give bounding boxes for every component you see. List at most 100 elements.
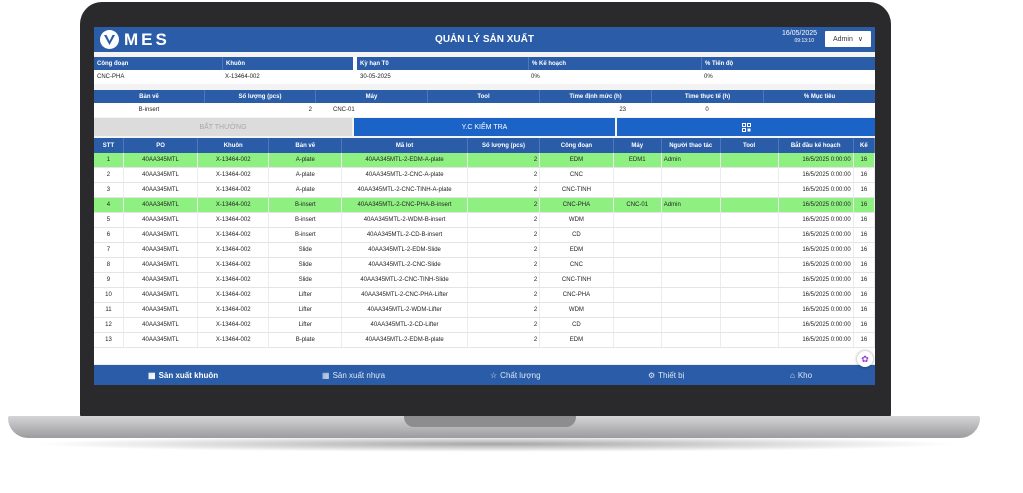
cell-mold: X-13464-002 (197, 227, 270, 243)
nav-mold-production[interactable]: ▦ Sản xuất khuôn (148, 365, 218, 385)
cell-stage: CNC (539, 167, 614, 183)
table-row[interactable]: 6 40AA345MTL X-13464-002 B-insert 40AA345MTL… (94, 227, 875, 243)
nav-label: Sản xuất nhựa (332, 370, 386, 380)
floating-assistant-button[interactable]: ✿ (857, 351, 873, 367)
cell-mold: X-13464-002 (197, 182, 270, 198)
info-header-row-2: Bản vẽ Số lượng (pcs) Máy Tool Time định… (94, 90, 875, 103)
col-header-stage[interactable]: Công đoạn (539, 138, 614, 153)
user-dropdown[interactable]: Admin ∨ (825, 31, 871, 47)
info-label-stage: Công đoạn (94, 57, 222, 70)
cell-machine (613, 227, 662, 243)
col-header-lot-code[interactable]: Mã lot (341, 138, 468, 153)
table-row[interactable]: 13 40AA345MTL X-13464-002 B-plate 40AA345MTL… (94, 332, 875, 348)
cell-plan-start: 16/5/2025 0:00:00 (778, 212, 854, 228)
cell-drawing: B-plate (268, 332, 343, 348)
cell-operator (661, 332, 721, 348)
info-value-progress-pct: 0% (701, 70, 875, 84)
info-value-target-pct (763, 103, 875, 117)
col-header-machine[interactable]: Máy (613, 138, 662, 153)
laptop-notch (404, 416, 576, 427)
page-title: QUẢN LÝ SẢN XUẤT (435, 34, 534, 45)
cell-lot-code: 40AA345MTL-2-CD-Lifter (341, 317, 468, 333)
cell-po: 40AA345MTL (123, 287, 199, 303)
nav-quality[interactable]: ☆ Chất lượng (490, 365, 541, 385)
cell-mold: X-13464-002 (197, 332, 270, 348)
table-row[interactable]: 2 40AA345MTL X-13464-002 A-plate 40AA345MTL-… (94, 167, 875, 183)
col-header-mold[interactable]: Khuôn (197, 138, 270, 153)
col-header-plan-start[interactable]: Bắt đầu kế hoạch (778, 138, 854, 153)
cell-operator (661, 182, 721, 198)
table-row[interactable]: 11 40AA345MTL X-13464-002 Lifter 40AA345MTL-… (94, 302, 875, 318)
col-header-plan-end[interactable]: Kế (853, 138, 875, 153)
cell-plan-start: 16/5/2025 0:00:00 (778, 197, 854, 213)
cell-po: 40AA345MTL (123, 317, 199, 333)
cell-tool (720, 332, 779, 348)
table-row[interactable]: 12 40AA345MTL X-13464-002 Lifter 40AA345MTL-… (94, 317, 875, 333)
cell-po: 40AA345MTL (123, 272, 199, 288)
cell-stt: 11 (94, 302, 124, 318)
cell-tool (720, 302, 779, 318)
cell-stt: 1 (94, 153, 124, 168)
nav-warehouse[interactable]: ⌂ Kho (790, 365, 812, 385)
cell-mold: X-13464-002 (197, 272, 270, 288)
col-header-stt[interactable]: STT (94, 138, 124, 153)
gear-icon: ⚙ (648, 370, 656, 380)
cell-lot-code: 40AA345MTL-2-WDM-B-insert (341, 212, 468, 228)
cell-stt: 6 (94, 227, 124, 243)
cell-stt: 7 (94, 242, 124, 258)
table-row[interactable]: 9 40AA345MTL X-13464-002 Slide 40AA345MTL-2-… (94, 272, 875, 288)
cell-stt: 9 (94, 272, 124, 288)
cell-lot-code: 40AA345MTL-2-CNC-A-plate (341, 167, 468, 183)
cell-tool (720, 272, 779, 288)
inspection-request-button[interactable]: Y.C KIỂM TRA (354, 118, 615, 136)
cell-stt: 12 (94, 317, 124, 333)
cell-stage: CD (539, 317, 614, 333)
cell-quantity: 2 (467, 212, 541, 228)
cell-plan-end: 16 (853, 272, 875, 288)
cell-drawing: Slide (268, 272, 343, 288)
current-date: 16/05/2025 (782, 30, 818, 37)
info-label-quantity: Số lượng (pcs) (204, 90, 315, 103)
cell-lot-code: 40AA345MTL-2-CNC-TINH-Slide (341, 272, 468, 288)
col-header-quantity[interactable]: Số lượng (pcs) (467, 138, 541, 153)
cell-tool (720, 227, 779, 243)
info-header-row-1: Công đoạn Khuôn Kỳ hạn T0 % Kế hoạch % T… (94, 57, 875, 70)
table-row[interactable]: 7 40AA345MTL X-13464-002 Slide 40AA345MTL-2-… (94, 242, 875, 258)
cell-stage: CNC (539, 257, 614, 273)
qr-scan-button[interactable] (617, 118, 875, 136)
table-row[interactable]: 1 40AA345MTL X-13464-002 A-plate 40AA345MTL-… (94, 153, 875, 168)
table-row[interactable]: 5 40AA345MTL X-13464-002 B-insert 40AA345MTL… (94, 212, 875, 228)
table-row[interactable]: 3 40AA345MTL X-13464-002 A-plate 40AA345MTL-… (94, 182, 875, 198)
cell-lot-code: 40AA345MTL-2-CNC-PHA-Lifter (341, 287, 468, 303)
cell-po: 40AA345MTL (123, 227, 199, 243)
cell-plan-start: 16/5/2025 0:00:00 (778, 182, 854, 198)
cell-po: 40AA345MTL (123, 212, 199, 228)
cell-machine: EDM1 (613, 153, 662, 168)
cell-operator (661, 227, 721, 243)
col-header-operator[interactable]: Người thao tác (661, 138, 721, 153)
cell-stage: WDM (539, 212, 614, 228)
nav-equipment[interactable]: ⚙ Thiết bị (648, 365, 684, 385)
info-label-actual-time: Time thực tế (h) (651, 90, 763, 103)
col-header-tool[interactable]: Tool (720, 138, 779, 153)
cell-tool (720, 257, 779, 273)
abnormal-button[interactable]: BẤT THƯỜNG (94, 118, 352, 136)
cell-operator (661, 167, 721, 183)
cell-operator (661, 302, 721, 318)
cell-operator: Admin (661, 153, 721, 168)
action-bar: BẤT THƯỜNG Y.C KIỂM TRA (94, 118, 875, 136)
cell-quantity: 2 (467, 167, 541, 183)
cell-lot-code: 40AA345MTL-2-EDM-Slide (341, 242, 468, 258)
table-row[interactable]: 8 40AA345MTL X-13464-002 Slide 40AA345MTL-2-… (94, 257, 875, 273)
cell-quantity: 2 (467, 242, 541, 258)
info-value-stage: CNC-PHA (94, 70, 222, 84)
col-header-po[interactable]: PO (123, 138, 199, 153)
cell-operator (661, 257, 721, 273)
cell-stage: CNC-TINH (539, 182, 614, 198)
col-header-drawing[interactable]: Bản vẽ (268, 138, 343, 153)
cell-drawing: A-plate (268, 182, 343, 198)
nav-plastic-production[interactable]: ▦ Sản xuất nhựa (322, 365, 385, 385)
table-row[interactable]: 10 40AA345MTL X-13464-002 Lifter 40AA345MTL-… (94, 287, 875, 303)
table-row[interactable]: 4 40AA345MTL X-13464-002 B-insert 40AA345MTL… (94, 197, 875, 213)
cell-machine (613, 182, 662, 198)
